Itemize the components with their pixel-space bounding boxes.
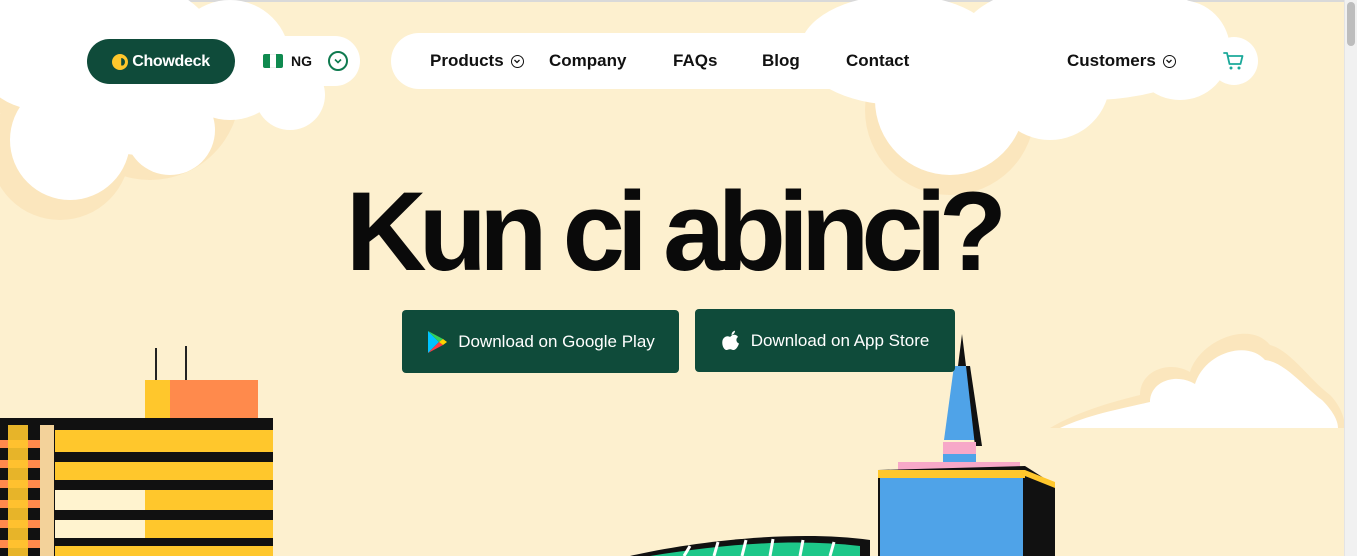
nav-products[interactable]: Products <box>430 33 524 89</box>
scrollbar-thumb[interactable] <box>1347 2 1355 46</box>
app-store-button[interactable]: Download on App Store <box>695 309 955 372</box>
nav-faqs-label: FAQs <box>673 51 718 70</box>
cloud-right-top <box>800 0 1230 195</box>
cart-button[interactable] <box>1210 37 1258 85</box>
country-code: NG <box>291 53 312 69</box>
cart-icon <box>1223 52 1244 70</box>
apple-icon <box>721 330 739 350</box>
nav-customers-label: Customers <box>1067 51 1156 70</box>
nav-products-label: Products <box>430 51 504 70</box>
page-scrollbar[interactable] <box>1344 0 1357 556</box>
stadium <box>630 535 870 556</box>
hero-headline: Kun ci abinci? <box>345 169 1007 294</box>
nav-company[interactable]: Company <box>549 33 626 89</box>
nav-blog-label: Blog <box>762 51 800 70</box>
nav-contact[interactable]: Contact <box>846 33 909 89</box>
chevron-down-icon <box>510 54 524 68</box>
nav-faqs[interactable]: FAQs <box>673 33 717 89</box>
nav-company-label: Company <box>549 51 627 70</box>
building-left <box>0 346 273 556</box>
google-play-label: Download on Google Play <box>458 331 655 351</box>
nav-blog[interactable]: Blog <box>762 33 800 89</box>
nav-customers[interactable]: Customers <box>1067 33 1176 89</box>
country-selector[interactable]: NG <box>252 36 360 86</box>
brand-name: Chowdeck <box>132 52 210 70</box>
chowdeck-logo-icon <box>112 53 129 70</box>
google-play-button[interactable]: Download on Google Play <box>402 310 679 373</box>
cloud-right-bottom <box>1050 333 1345 428</box>
main-nav: Products Company FAQs Blog Contact Custo… <box>391 33 1194 89</box>
app-store-label: Download on App Store <box>750 330 930 350</box>
chevron-down-icon <box>1162 54 1176 68</box>
chowdeck-logo-button[interactable]: Chowdeck <box>87 39 235 84</box>
google-play-icon <box>428 330 448 353</box>
chevron-down-circle-icon[interactable] <box>328 51 348 71</box>
nav-contact-label: Contact <box>846 51 910 70</box>
nigeria-flag-icon <box>263 54 283 68</box>
